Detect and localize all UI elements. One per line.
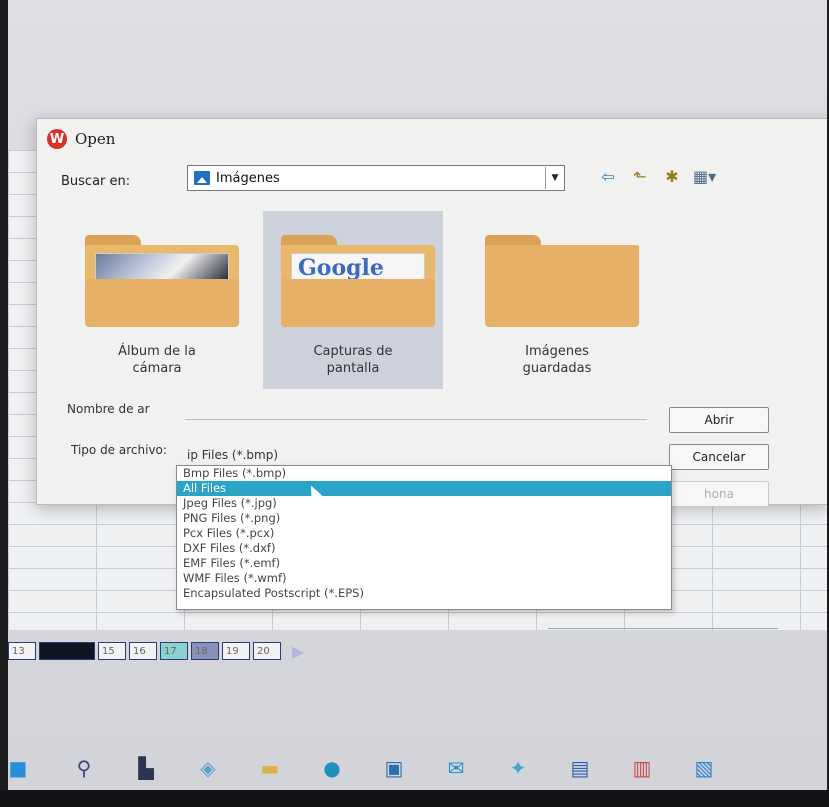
look-in-combo[interactable]: Imágenes ▼ xyxy=(187,165,565,191)
view-menu-icon[interactable]: ▦▾ xyxy=(693,167,716,186)
folder-item[interactable]: Álbum de la cámara xyxy=(67,211,247,389)
monitor-bezel xyxy=(0,790,829,807)
folder-icon xyxy=(85,235,239,327)
look-in-value: Imágenes xyxy=(216,170,280,186)
search-icon[interactable]: ⚲ xyxy=(62,753,106,783)
new-folder-icon[interactable]: ✱ xyxy=(661,167,683,186)
sheet-tab[interactable]: 19 xyxy=(222,642,250,660)
store-icon[interactable]: ▣ xyxy=(372,753,416,783)
help-button[interactable]: hona xyxy=(669,481,769,507)
dialog-toolbar: ⇦ ⬑ ✱ ▦▾ xyxy=(597,167,716,186)
folder-label: Capturas de pantalla xyxy=(313,344,393,376)
word-icon[interactable]: ▤ xyxy=(558,753,602,783)
filename-label: Nombre de ar xyxy=(67,402,150,416)
file-explorer-icon[interactable]: ▬ xyxy=(248,753,292,783)
sheet-tab[interactable]: 20 xyxy=(253,642,281,660)
cancel-button[interactable]: Cancelar xyxy=(669,444,769,470)
folder-icon: Google xyxy=(281,235,435,327)
filetype-option[interactable]: Pcx Files (*.pcx) xyxy=(177,526,671,541)
sheet-tab[interactable]: 13 xyxy=(8,642,36,660)
pictures-folder-icon xyxy=(194,171,210,185)
folder-list: Álbum de la cámara Google Capturas de pa… xyxy=(67,211,667,391)
filetype-option[interactable]: Jpeg Files (*.jpg) xyxy=(177,496,671,511)
filetype-option[interactable]: EMF Files (*.emf) xyxy=(177,556,671,571)
up-folder-icon[interactable]: ⬑ xyxy=(629,167,651,186)
screen: 13 15 16 17 18 19 20 ▶ W Open Buscar en:… xyxy=(8,0,827,790)
mail-icon[interactable]: ✉ xyxy=(434,753,478,783)
folder-label: Álbum de la cámara xyxy=(118,344,196,376)
edge-icon[interactable]: ● xyxy=(310,753,354,783)
dialog-title-bar: W Open xyxy=(47,127,115,151)
task-view-icon[interactable]: ▙ xyxy=(124,753,168,783)
outlook-icon[interactable]: ▧ xyxy=(682,753,726,783)
open-button[interactable]: Abrir xyxy=(669,407,769,433)
sheet-tab[interactable]: 15 xyxy=(98,642,126,660)
chevron-down-icon[interactable]: ▼ xyxy=(545,167,564,189)
open-dialog: W Open Buscar en: Imágenes ▼ ⇦ ⬑ ✱ ▦▾ Ál… xyxy=(36,118,827,507)
widgets-icon[interactable]: ◈ xyxy=(186,753,230,783)
filetype-option[interactable]: Encapsulated Postscript (*.EPS) xyxy=(177,586,671,601)
sheet-tab[interactable] xyxy=(39,642,95,660)
sheet-tabs: 13 15 16 17 18 19 20 ▶ xyxy=(8,638,608,664)
taskbar: ■ ⚲ ▙ ◈ ▬ ● ▣ ✉ ✦ ▤ ▥ ▧ xyxy=(8,745,827,790)
sheet-tab[interactable]: 16 xyxy=(129,642,157,660)
back-arrow-icon[interactable]: ⇦ xyxy=(597,167,619,186)
folder-item-selected[interactable]: Google Capturas de pantalla xyxy=(263,211,443,389)
divider xyxy=(548,628,778,629)
dialog-title: Open xyxy=(75,130,116,148)
folder-label: Imágenes guardadas xyxy=(522,344,592,376)
powerpoint-icon[interactable]: ▥ xyxy=(620,753,664,783)
sheet-tab[interactable]: 18 xyxy=(191,642,219,660)
folder-icon xyxy=(485,235,639,327)
sheet-tab[interactable]: 17 xyxy=(160,642,188,660)
folder-item[interactable]: Imágenes guardadas xyxy=(467,211,647,389)
photos-icon[interactable]: ✦ xyxy=(496,753,540,783)
filename-input[interactable] xyxy=(185,398,647,420)
filetype-option[interactable]: Bmp Files (*.bmp) xyxy=(177,466,671,481)
filetype-option[interactable]: DXF Files (*.dxf) xyxy=(177,541,671,556)
filetype-dropdown-list: Bmp Files (*.bmp) All Files Jpeg Files (… xyxy=(176,465,672,610)
filetype-option-selected[interactable]: All Files xyxy=(177,481,671,496)
start-icon[interactable]: ■ xyxy=(8,753,28,783)
filetype-option[interactable]: PNG Files (*.png) xyxy=(177,511,671,526)
filetype-option[interactable]: WMF Files (*.wmf) xyxy=(177,571,671,586)
next-tab-arrow-icon[interactable]: ▶ xyxy=(292,642,304,661)
app-logo-icon: W xyxy=(47,129,67,149)
look-in-label: Buscar en: xyxy=(61,174,131,189)
filetype-label: Tipo de archivo: xyxy=(71,443,167,457)
